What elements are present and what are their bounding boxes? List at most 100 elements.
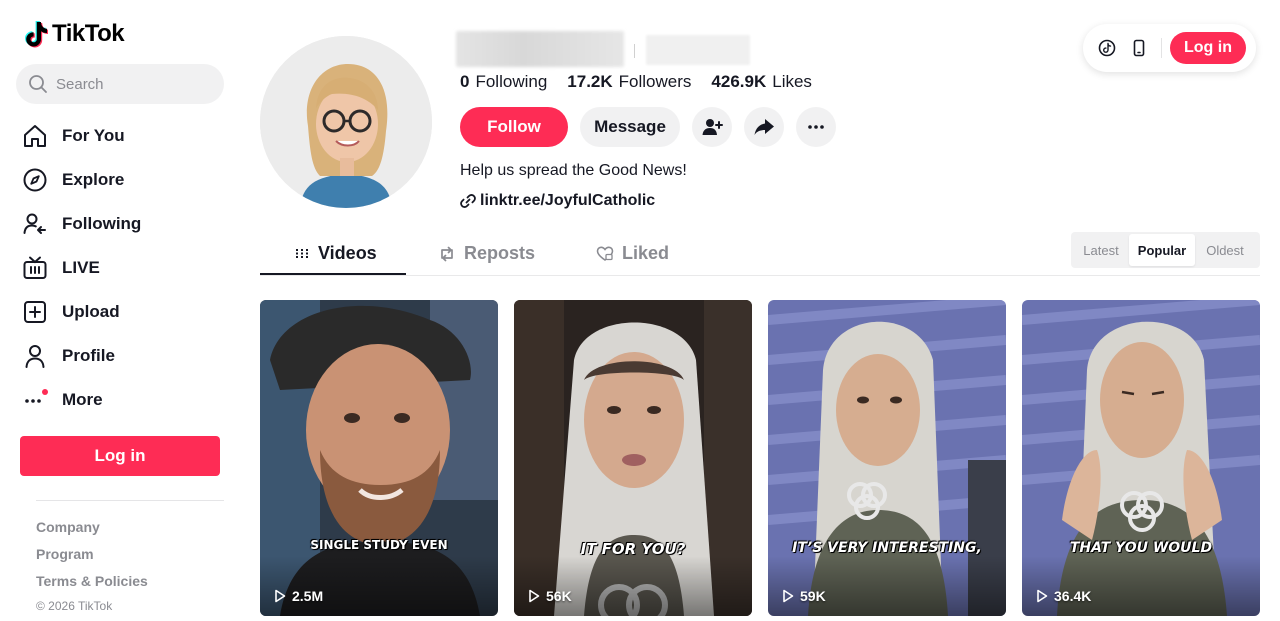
- sidebar-item-live[interactable]: LIVE: [20, 246, 230, 290]
- message-button[interactable]: Message: [580, 107, 680, 147]
- stat-following-value: 0: [460, 72, 470, 91]
- videos-grid-icon: [296, 248, 308, 259]
- profile-link[interactable]: linktr.ee/JoyfulCatholic: [460, 192, 655, 210]
- tiktok-note-icon: [25, 21, 48, 48]
- search-input[interactable]: [56, 75, 216, 93]
- share-icon: [754, 119, 774, 135]
- sidebar: TikTok For You Explore Following: [0, 0, 240, 621]
- video-card[interactable]: IT’S VERY INTERESTING, 59K: [768, 300, 1006, 616]
- notification-dot: [42, 389, 48, 395]
- handle-redacted: [646, 35, 750, 65]
- video-card[interactable]: THAT YOU WOULD 36.4K: [1022, 300, 1260, 616]
- play-icon: [1037, 589, 1048, 603]
- sort-popular[interactable]: Popular: [1129, 234, 1195, 266]
- home-icon: [22, 123, 48, 149]
- sidebar-item-label: More: [62, 390, 103, 409]
- stat-followers-label: Followers: [618, 72, 692, 91]
- sort-latest[interactable]: Latest: [1073, 234, 1129, 266]
- sidebar-item-upload[interactable]: Upload: [20, 290, 230, 334]
- stat-likes: 426.9K Likes: [711, 72, 812, 92]
- sidebar-item-label: Following: [62, 214, 142, 233]
- share-button[interactable]: [744, 107, 784, 147]
- name-separator: [634, 44, 635, 58]
- live-icon: [22, 255, 48, 281]
- thumbnail-shade: [514, 556, 752, 616]
- copyright-text: © 2026 TikTok: [36, 599, 113, 613]
- search-icon: [29, 75, 47, 93]
- compass-icon: [22, 167, 48, 193]
- active-tab-indicator: [260, 273, 406, 275]
- search-bar[interactable]: [16, 64, 224, 104]
- video-caption: IT FOR YOU?: [580, 540, 686, 558]
- upload-icon: [22, 299, 48, 325]
- tiktok-logo[interactable]: TikTok: [24, 20, 125, 48]
- sidebar-login-button[interactable]: Log in: [20, 436, 220, 476]
- sidebar-item-label: For You: [62, 126, 125, 145]
- profile-icon: [22, 343, 48, 369]
- link-icon: [460, 194, 476, 208]
- tiktok-coin-icon[interactable]: [1097, 38, 1117, 58]
- tab-label: Liked: [622, 243, 670, 263]
- view-count: 2.5M: [292, 588, 324, 604]
- thumbnail-shade: [260, 556, 498, 616]
- sidebar-item-for-you[interactable]: For You: [20, 114, 230, 158]
- sidebar-item-explore[interactable]: Explore: [20, 158, 230, 202]
- tab-label: Reposts: [464, 243, 536, 263]
- ellipsis-icon: [808, 125, 824, 129]
- footer-link-company[interactable]: Company: [36, 518, 148, 545]
- video-views: 59K: [782, 588, 826, 604]
- tab-liked[interactable]: Liked: [596, 232, 669, 275]
- video-views: 36.4K: [1036, 588, 1091, 604]
- video-card[interactable]: IT FOR YOU? 56K: [514, 300, 752, 616]
- add-friend-button[interactable]: [692, 107, 732, 147]
- add-user-icon: [702, 119, 723, 135]
- profile-actions: Follow Message: [460, 107, 836, 147]
- sidebar-item-profile[interactable]: Profile: [20, 334, 230, 378]
- header-login-button[interactable]: Log in: [1170, 32, 1246, 64]
- sort-oldest[interactable]: Oldest: [1195, 234, 1255, 266]
- tab-label: Videos: [318, 243, 377, 263]
- view-count: 59K: [800, 588, 826, 604]
- sidebar-item-more[interactable]: More: [20, 378, 230, 422]
- play-icon: [529, 589, 540, 603]
- stat-followers[interactable]: 17.2K Followers: [567, 72, 691, 92]
- thumbnail-shade: [1022, 556, 1260, 616]
- sort-toggle: Latest Popular Oldest: [1071, 232, 1260, 268]
- footer-link-terms[interactable]: Terms & Policies: [36, 572, 148, 599]
- mobile-phone-icon[interactable]: [1129, 38, 1149, 58]
- profile-bio: Help us spread the Good News!: [460, 162, 687, 179]
- stat-following[interactable]: 0 Following: [460, 72, 547, 92]
- tab-reposts[interactable]: Reposts: [438, 232, 535, 275]
- sidebar-item-following[interactable]: Following: [20, 202, 230, 246]
- view-count: 56K: [546, 588, 572, 604]
- sidebar-footer: Company Program Terms & Policies © 2026 …: [36, 518, 148, 613]
- repost-icon: [441, 246, 453, 261]
- video-caption: IT’S VERY INTERESTING,: [792, 540, 982, 556]
- play-icon: [275, 589, 286, 603]
- video-views: 2.5M: [274, 588, 323, 604]
- sidebar-nav: For You Explore Following LIVE Upload Pr…: [20, 114, 230, 422]
- video-caption: SINGLE STUDY EVEN: [310, 538, 448, 552]
- logo-wordmark: TikTok: [52, 20, 125, 47]
- stat-likes-label: Likes: [772, 72, 812, 91]
- footer-link-program[interactable]: Program: [36, 545, 148, 572]
- tab-videos[interactable]: Videos: [294, 232, 377, 275]
- play-icon: [783, 589, 794, 603]
- header-actions: Log in: [1083, 24, 1256, 72]
- video-caption: THAT YOU WOULD: [1069, 540, 1213, 556]
- stat-followers-value: 17.2K: [567, 72, 613, 91]
- profile-stats: 0 Following 17.2K Followers 426.9K Likes: [460, 72, 812, 92]
- profile-link-text: linktr.ee/JoyfulCatholic: [480, 192, 656, 209]
- header-separator: [1161, 38, 1162, 58]
- more-icon: [22, 387, 48, 413]
- more-options-button[interactable]: [796, 107, 836, 147]
- stat-likes-value: 426.9K: [711, 72, 767, 91]
- sidebar-item-label: Upload: [62, 302, 120, 321]
- username-redacted: [456, 31, 624, 67]
- profile-avatar: [260, 36, 432, 208]
- video-views: 56K: [528, 588, 572, 604]
- video-card[interactable]: SINGLE STUDY EVEN 2.5M: [260, 300, 498, 616]
- sidebar-item-label: Profile: [62, 346, 115, 365]
- follow-button[interactable]: Follow: [460, 107, 568, 147]
- following-icon: [22, 211, 48, 237]
